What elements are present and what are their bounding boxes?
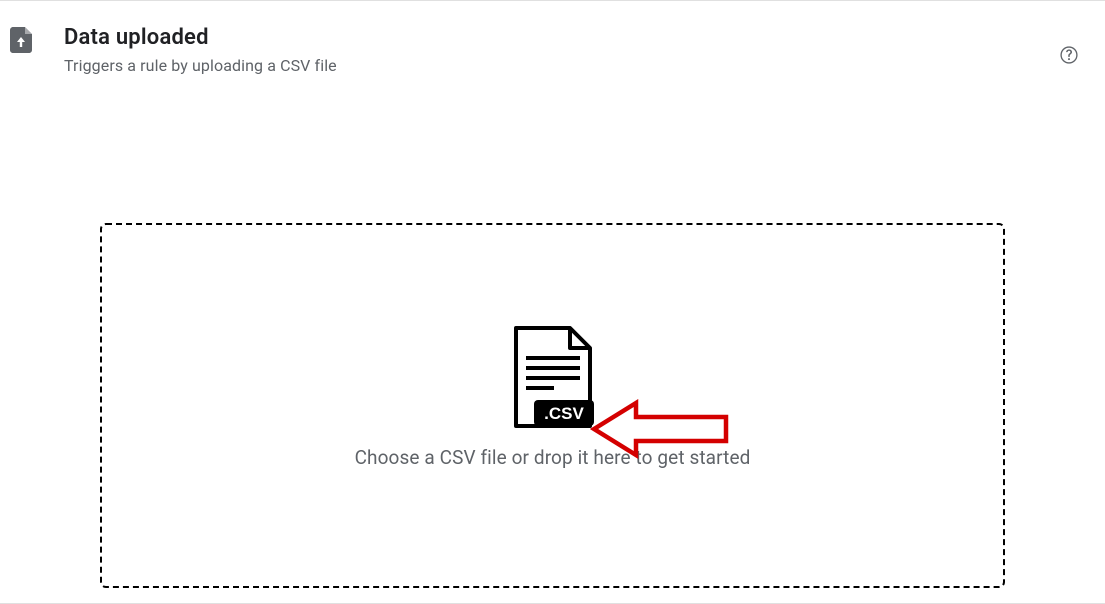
page-subtitle: Triggers a rule by uploading a CSV file bbox=[64, 56, 1059, 75]
header-text-block: Data uploaded Triggers a rule by uploadi… bbox=[64, 25, 1059, 75]
csv-label: .CSV bbox=[544, 404, 584, 423]
file-dropzone[interactable]: .CSV Choose a CSV file or drop it here t… bbox=[100, 223, 1005, 588]
csv-file-icon: .CSV bbox=[510, 326, 596, 428]
dropzone-container: .CSV Choose a CSV file or drop it here t… bbox=[0, 223, 1105, 588]
page-header: Data uploaded Triggers a rule by uploadi… bbox=[0, 1, 1105, 75]
help-icon[interactable] bbox=[1059, 45, 1079, 65]
file-upload-icon bbox=[10, 27, 32, 53]
dropzone-instruction: Choose a CSV file or drop it here to get… bbox=[355, 446, 751, 469]
page-title: Data uploaded bbox=[64, 25, 1059, 50]
